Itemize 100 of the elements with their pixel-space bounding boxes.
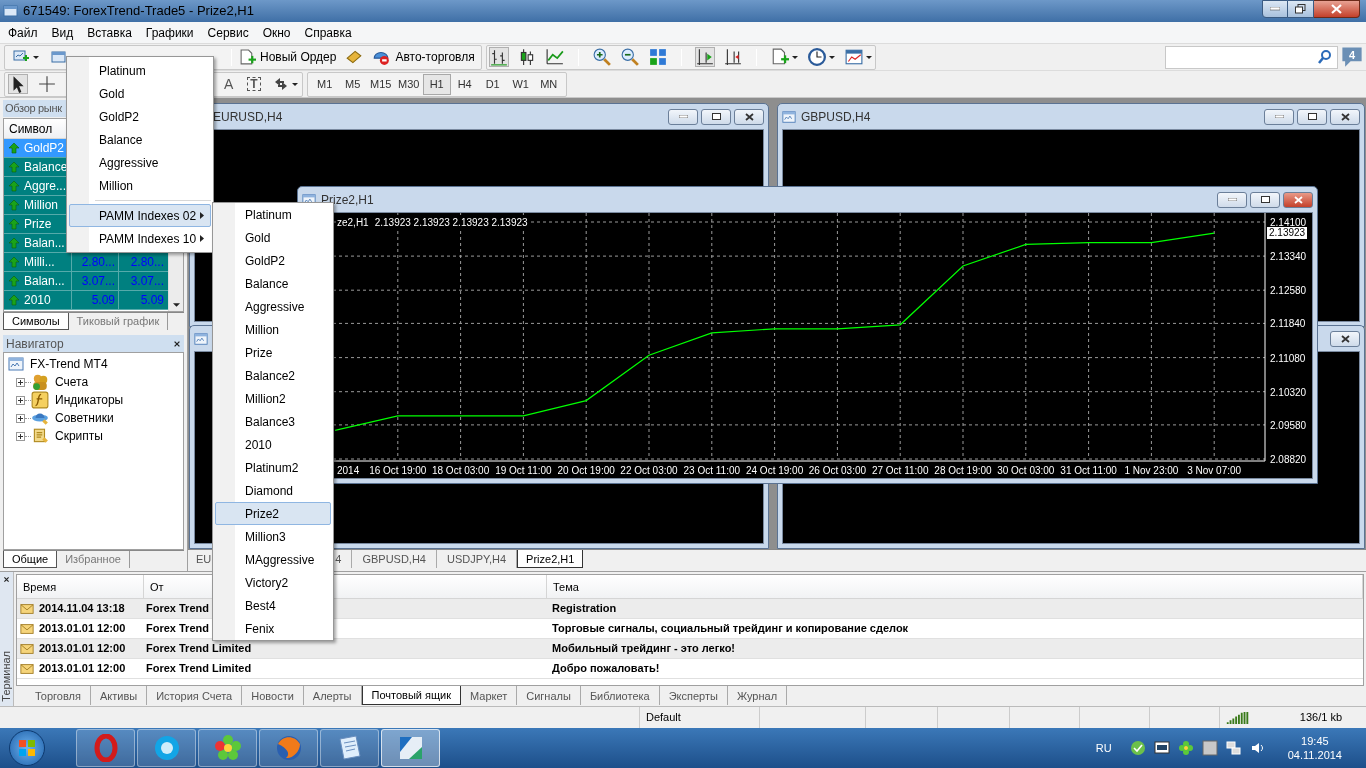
close-button[interactable]	[734, 108, 764, 125]
timeframe-button[interactable]: MN	[534, 73, 563, 95]
terminal-tab[interactable]: Маркет	[461, 686, 518, 705]
line-chart-icon[interactable]	[545, 48, 564, 66]
panel-tab[interactable]: Символы	[3, 313, 69, 330]
menu-item[interactable]: Prize	[215, 341, 331, 364]
notification-bubble-icon[interactable]	[1341, 46, 1363, 68]
tile-windows-icon[interactable]	[648, 48, 667, 66]
menu-item[interactable]: Aggressive	[69, 151, 211, 174]
terminal-tab[interactable]: Торговля	[26, 686, 91, 705]
crosshair-icon[interactable]	[38, 75, 56, 93]
minimize-button[interactable]	[1262, 0, 1288, 18]
timeframe-button[interactable]: M1	[310, 73, 339, 95]
text-tool[interactable]: A	[220, 73, 238, 95]
close-icon[interactable]	[3, 576, 10, 583]
maximize-button[interactable]	[701, 108, 731, 125]
chart-shift-icon[interactable]	[723, 48, 742, 66]
symbol-row[interactable]: Milli... 2.80... 2.80...	[4, 253, 169, 272]
menu-item[interactable]: Million	[69, 174, 211, 197]
menu-item[interactable]: GoldP2	[215, 249, 331, 272]
menu-item[interactable]: Million2	[215, 387, 331, 410]
speaker-icon[interactable]	[1249, 740, 1266, 756]
panel-tab[interactable]: Общие	[3, 551, 58, 568]
minimize-button[interactable]	[1264, 108, 1294, 125]
menu-item[interactable]: Aggressive	[215, 295, 331, 318]
maximize-button[interactable]	[1297, 108, 1327, 125]
menu-item[interactable]: Platinum	[69, 59, 211, 82]
menu-item[interactable]: Справка	[297, 23, 359, 42]
maximize-button[interactable]	[1288, 0, 1314, 18]
timeframe-button[interactable]: M5	[338, 73, 367, 95]
tree-item[interactable]: Счета	[55, 373, 89, 391]
tree-item[interactable]: FX-Trend MT4	[30, 355, 108, 373]
menu-item[interactable]: Diamond	[215, 479, 331, 502]
menu-item[interactable]: Графики	[138, 23, 201, 42]
menu-item[interactable]: Вид	[44, 23, 81, 42]
periods-button[interactable]	[807, 46, 835, 68]
bar-chart-icon[interactable]	[489, 48, 508, 66]
menu-item[interactable]: Сервис	[200, 23, 256, 42]
start-button[interactable]	[9, 730, 45, 766]
timeframe-button[interactable]: W1	[506, 73, 535, 95]
chart-tab[interactable]: GBPUSD,H4	[352, 550, 437, 568]
menu-item[interactable]: Balance	[69, 128, 211, 151]
chart-tab[interactable]: Prize2,H1	[517, 550, 584, 568]
zoom-in-icon[interactable]	[592, 48, 611, 66]
terminal-tab[interactable]: Журнал	[727, 686, 788, 705]
taskbar-button[interactable]	[137, 729, 196, 767]
menu-item[interactable]: Platinum2	[215, 456, 331, 479]
timeframe-button[interactable]: M15	[366, 73, 395, 95]
panel-tab[interactable]: Избранное	[57, 551, 130, 568]
menu-item[interactable]: PAMM Indexes 02	[69, 204, 211, 227]
clock-time[interactable]: 19:45	[1301, 734, 1329, 748]
search-icon[interactable]	[1317, 49, 1333, 65]
menu-item[interactable]: Balance	[215, 272, 331, 295]
taskbar-button[interactable]	[198, 729, 257, 767]
terminal-tab[interactable]: Новости	[242, 686, 304, 705]
menu-item[interactable]: Million	[215, 318, 331, 341]
new-order-button[interactable]: Новый Ордер	[236, 46, 340, 68]
menu-item[interactable]: MAggressive	[215, 548, 331, 571]
minimize-button[interactable]	[668, 108, 698, 125]
close-button[interactable]	[1330, 108, 1360, 125]
auto-trading-button[interactable]: Авто-торговля	[369, 46, 478, 68]
menu-item[interactable]: Gold	[215, 226, 331, 249]
taskbar-button[interactable]	[320, 729, 379, 767]
menu-item[interactable]: Fenix	[215, 617, 331, 640]
close-icon[interactable]	[173, 339, 181, 348]
menu-item[interactable]: Million3	[215, 525, 331, 548]
terminal-tab[interactable]: Сигналы	[517, 686, 581, 705]
menu-item[interactable]: 2010	[215, 433, 331, 456]
timeframe-button[interactable]: H1	[422, 73, 451, 95]
terminal-tab[interactable]: История Счета	[147, 686, 243, 705]
taskbar-button[interactable]	[259, 729, 318, 767]
expand-toggle[interactable]	[16, 377, 25, 387]
terminal-tab[interactable]: Эксперты	[659, 686, 728, 705]
panel-tab[interactable]: Тиковый график	[68, 313, 169, 330]
timeframe-button[interactable]: H4	[450, 73, 479, 95]
terminal-tab[interactable]: Алерты	[303, 686, 362, 705]
menu-item[interactable]: Окно	[255, 23, 298, 42]
expand-toggle[interactable]	[16, 395, 25, 405]
expand-toggle[interactable]	[16, 431, 25, 441]
book-icon[interactable]	[345, 48, 364, 66]
menu-item[interactable]: Balance3	[215, 410, 331, 433]
terminal-tab[interactable]: Активы	[90, 686, 148, 705]
menu-item[interactable]: PAMM Indexes 10	[69, 227, 211, 250]
menu-item[interactable]: Gold	[69, 82, 211, 105]
clock-date[interactable]: 04.11.2014	[1287, 748, 1342, 762]
timeframe-button[interactable]: M30	[394, 73, 423, 95]
minimize-button[interactable]	[1217, 191, 1247, 208]
menu-item[interactable]: Prize2	[215, 502, 331, 525]
terminal-tab[interactable]: Почтовый ящик	[361, 686, 461, 705]
close-button[interactable]	[1330, 330, 1360, 347]
tree-item[interactable]: Индикаторы	[55, 391, 124, 409]
menu-item[interactable]: Файл	[1, 23, 45, 42]
close-button[interactable]	[1283, 191, 1313, 208]
square-icon[interactable]	[1201, 740, 1218, 756]
close-button[interactable]	[1314, 0, 1360, 18]
terminal-tab[interactable]: Библиотека	[580, 686, 660, 705]
search-field[interactable]	[1165, 45, 1338, 69]
tree-item[interactable]: Советники	[55, 409, 114, 427]
symbol-row[interactable]: Balan... 3.07... 3.07...	[4, 272, 169, 291]
taskbar-button[interactable]	[381, 729, 440, 767]
